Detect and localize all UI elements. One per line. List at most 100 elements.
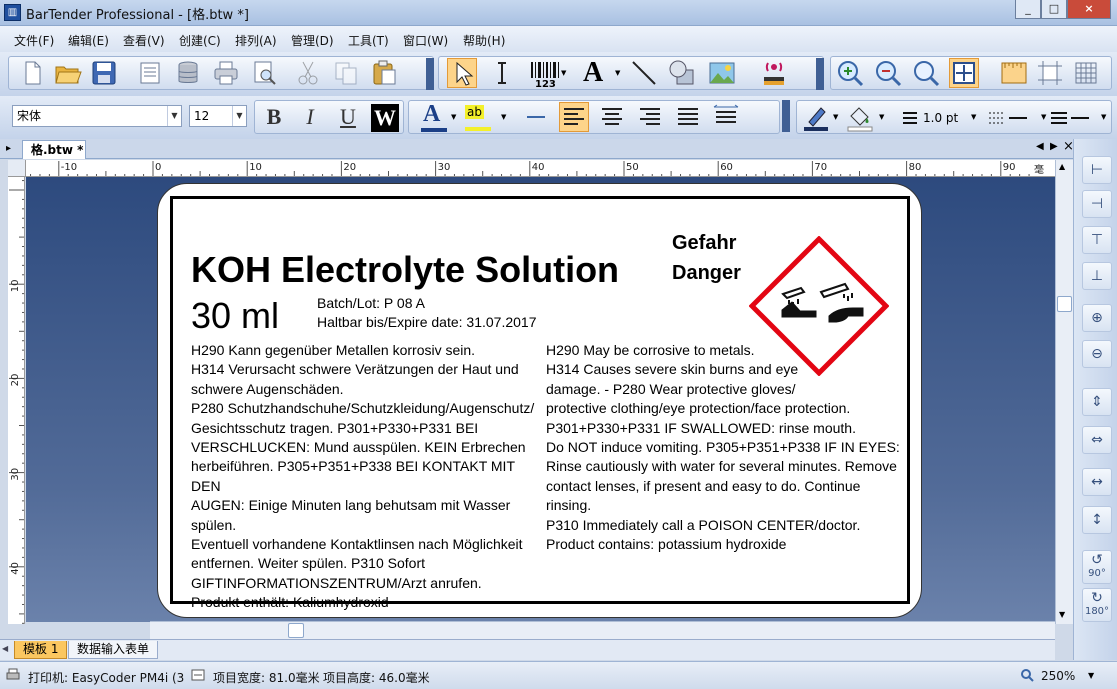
horizontal-ruler[interactable]: -10 0 10 20 30 40 50 60 70 80 90 毫米 — [26, 160, 1055, 177]
database-icon[interactable] — [173, 58, 203, 88]
menu-manage[interactable]: 管理(D) — [291, 32, 334, 49]
menu-arrange[interactable]: 排列(A) — [235, 32, 277, 49]
chevron-down-icon[interactable]: ▼ — [1088, 671, 1094, 680]
font-name-combo[interactable]: 宋体 ▼ — [12, 105, 182, 127]
close-button[interactable]: × — [1067, 0, 1111, 19]
menu-edit[interactable]: 编辑(E) — [68, 32, 109, 49]
ruler-toggle-icon[interactable] — [999, 58, 1029, 88]
line-style-combo[interactable] — [1049, 107, 1099, 129]
distribute-horizontal-icon[interactable]: ⇔ — [1082, 426, 1112, 454]
tab-template-1[interactable]: 模板 1 — [14, 641, 68, 659]
menu-window[interactable]: 窗口(W) — [403, 32, 448, 49]
minimize-button[interactable]: _ — [1015, 0, 1041, 19]
hazard-text-english[interactable]: H290 May be corrosive to metals. H314 Ca… — [546, 341, 906, 554]
text-tool-icon[interactable]: A — [583, 58, 619, 88]
chevron-down-icon[interactable]: ▼ — [615, 69, 620, 77]
tab-data-entry-form[interactable]: 数据输入表单 — [68, 641, 159, 659]
print-preview-icon[interactable] — [249, 58, 279, 88]
chevron-down-icon[interactable]: ▼ — [232, 106, 246, 126]
signal-word-block[interactable]: Gefahr Danger — [672, 228, 741, 288]
hazard-text-german[interactable]: H290 Kann gegenüber Metallen korrosiv se… — [191, 341, 546, 613]
expiry-text[interactable]: Haltbar bis/Expire date: 31.07.2017 — [317, 314, 536, 330]
chevron-down-icon[interactable]: ▼ — [167, 106, 181, 126]
toolbar-overflow-icon[interactable] — [426, 58, 434, 90]
barcode-tool-icon[interactable]: 123 ▼ — [527, 59, 567, 90]
chevron-down-icon[interactable]: ▼ — [451, 113, 456, 121]
line-tool-icon[interactable] — [629, 58, 659, 88]
fill-color-icon[interactable] — [845, 102, 875, 132]
tab-scroll-left-icon[interactable]: ◀ — [1036, 141, 1044, 152]
print-icon[interactable] — [211, 58, 241, 88]
vertical-scroll-thumb[interactable] — [1057, 296, 1072, 312]
text-color-button[interactable]: A — [419, 101, 447, 133]
new-document-icon[interactable] — [17, 58, 47, 88]
rotate-180-button[interactable]: ↻ 180° — [1082, 588, 1112, 622]
tab-scroll-right-icon[interactable]: ▶ — [1050, 141, 1058, 152]
align-vertical-center-icon[interactable]: ⊖ — [1082, 340, 1112, 368]
menu-view[interactable]: 查看(V) — [123, 32, 165, 49]
cut-icon[interactable] — [293, 58, 323, 88]
menu-tools[interactable]: 工具(T) — [348, 32, 389, 49]
page-setup-icon[interactable] — [135, 58, 165, 88]
line-width-combo[interactable]: 1.0 pt — [901, 107, 965, 129]
chevron-down-icon[interactable]: ▼ — [833, 113, 838, 121]
batch-text[interactable]: Batch/Lot: P 08 A — [317, 295, 425, 311]
dash-icon[interactable] — [521, 102, 551, 132]
underline-button[interactable]: U — [333, 102, 363, 132]
chevron-down-icon[interactable]: ▼ — [501, 113, 506, 121]
chevron-down-icon[interactable]: ▼ — [561, 69, 566, 77]
tab-first-icon[interactable]: ◀ — [2, 644, 8, 653]
font-size-combo[interactable]: 12 ▼ — [189, 105, 247, 127]
open-folder-icon[interactable] — [53, 58, 83, 88]
snap-icon[interactable] — [1035, 58, 1065, 88]
line-color-icon[interactable] — [801, 102, 831, 132]
zoom-out-icon[interactable] — [873, 58, 903, 88]
italic-button[interactable]: I — [295, 102, 325, 132]
scroll-up-icon[interactable]: ▲ — [1059, 162, 1065, 171]
align-right-icon[interactable] — [635, 102, 665, 132]
chevron-down-icon[interactable]: ▼ — [879, 113, 884, 121]
paste-icon[interactable] — [369, 58, 399, 88]
zoom-level[interactable]: 250% — [1041, 669, 1075, 683]
justify-icon[interactable] — [673, 102, 703, 132]
tab-document[interactable]: 格.btw * — [22, 140, 86, 159]
align-top-edges-icon[interactable]: ⊤ — [1082, 226, 1112, 254]
volume-text[interactable]: 30 ml — [191, 295, 279, 337]
align-left-icon[interactable] — [559, 102, 589, 132]
rfid-tool-icon[interactable] — [759, 58, 789, 88]
dash-style-combo[interactable] — [987, 107, 1037, 129]
toolbar-overflow-icon[interactable] — [816, 58, 824, 90]
chevron-down-icon[interactable]: ▼ — [1041, 113, 1046, 121]
align-bottom-edges-icon[interactable]: ⊥ — [1082, 262, 1112, 290]
scroll-down-icon[interactable]: ▼ — [1059, 610, 1065, 619]
align-center-icon[interactable] — [597, 102, 627, 132]
text-cursor-tool-icon[interactable] — [487, 58, 517, 88]
horizontal-scrollbar[interactable] — [150, 621, 1055, 639]
pointer-tool-icon[interactable] — [447, 58, 477, 88]
same-width-icon[interactable]: ↔ — [1082, 468, 1112, 496]
picture-tool-icon[interactable] — [707, 58, 737, 88]
chevron-down-icon[interactable]: ▼ — [1101, 113, 1106, 121]
same-height-icon[interactable]: ↕ — [1082, 506, 1112, 534]
toolbar-overflow-icon[interactable] — [782, 100, 790, 132]
chevron-down-icon[interactable]: ▼ — [971, 113, 976, 121]
menu-create[interactable]: 创建(C) — [179, 32, 221, 49]
horizontal-scroll-thumb[interactable] — [288, 623, 304, 638]
fit-width-icon[interactable] — [711, 102, 741, 132]
align-horizontal-center-icon[interactable]: ⊕ — [1082, 304, 1112, 332]
bold-button[interactable]: B — [259, 102, 289, 132]
restore-button[interactable]: □ — [1041, 0, 1067, 19]
menu-file[interactable]: 文件(F) — [14, 32, 54, 49]
shape-tool-icon[interactable] — [667, 58, 697, 88]
highlight-button[interactable]: ab — [463, 103, 495, 133]
printer-status[interactable]: 打印机: EasyCoder PM4i (3( — [28, 669, 184, 686]
save-icon[interactable] — [89, 58, 119, 88]
menu-help[interactable]: 帮助(H) — [463, 32, 505, 49]
product-name-text[interactable]: KOH Electrolyte Solution — [191, 249, 619, 291]
zoom-in-icon[interactable] — [835, 58, 865, 88]
copy-icon[interactable] — [331, 58, 361, 88]
distribute-vertical-icon[interactable]: ⇕ — [1082, 388, 1112, 416]
grid-icon[interactable] — [1071, 58, 1101, 88]
align-left-edges-icon[interactable]: ⊢ — [1082, 156, 1112, 184]
vertical-scrollbar[interactable]: ▲ ▼ — [1055, 160, 1073, 624]
